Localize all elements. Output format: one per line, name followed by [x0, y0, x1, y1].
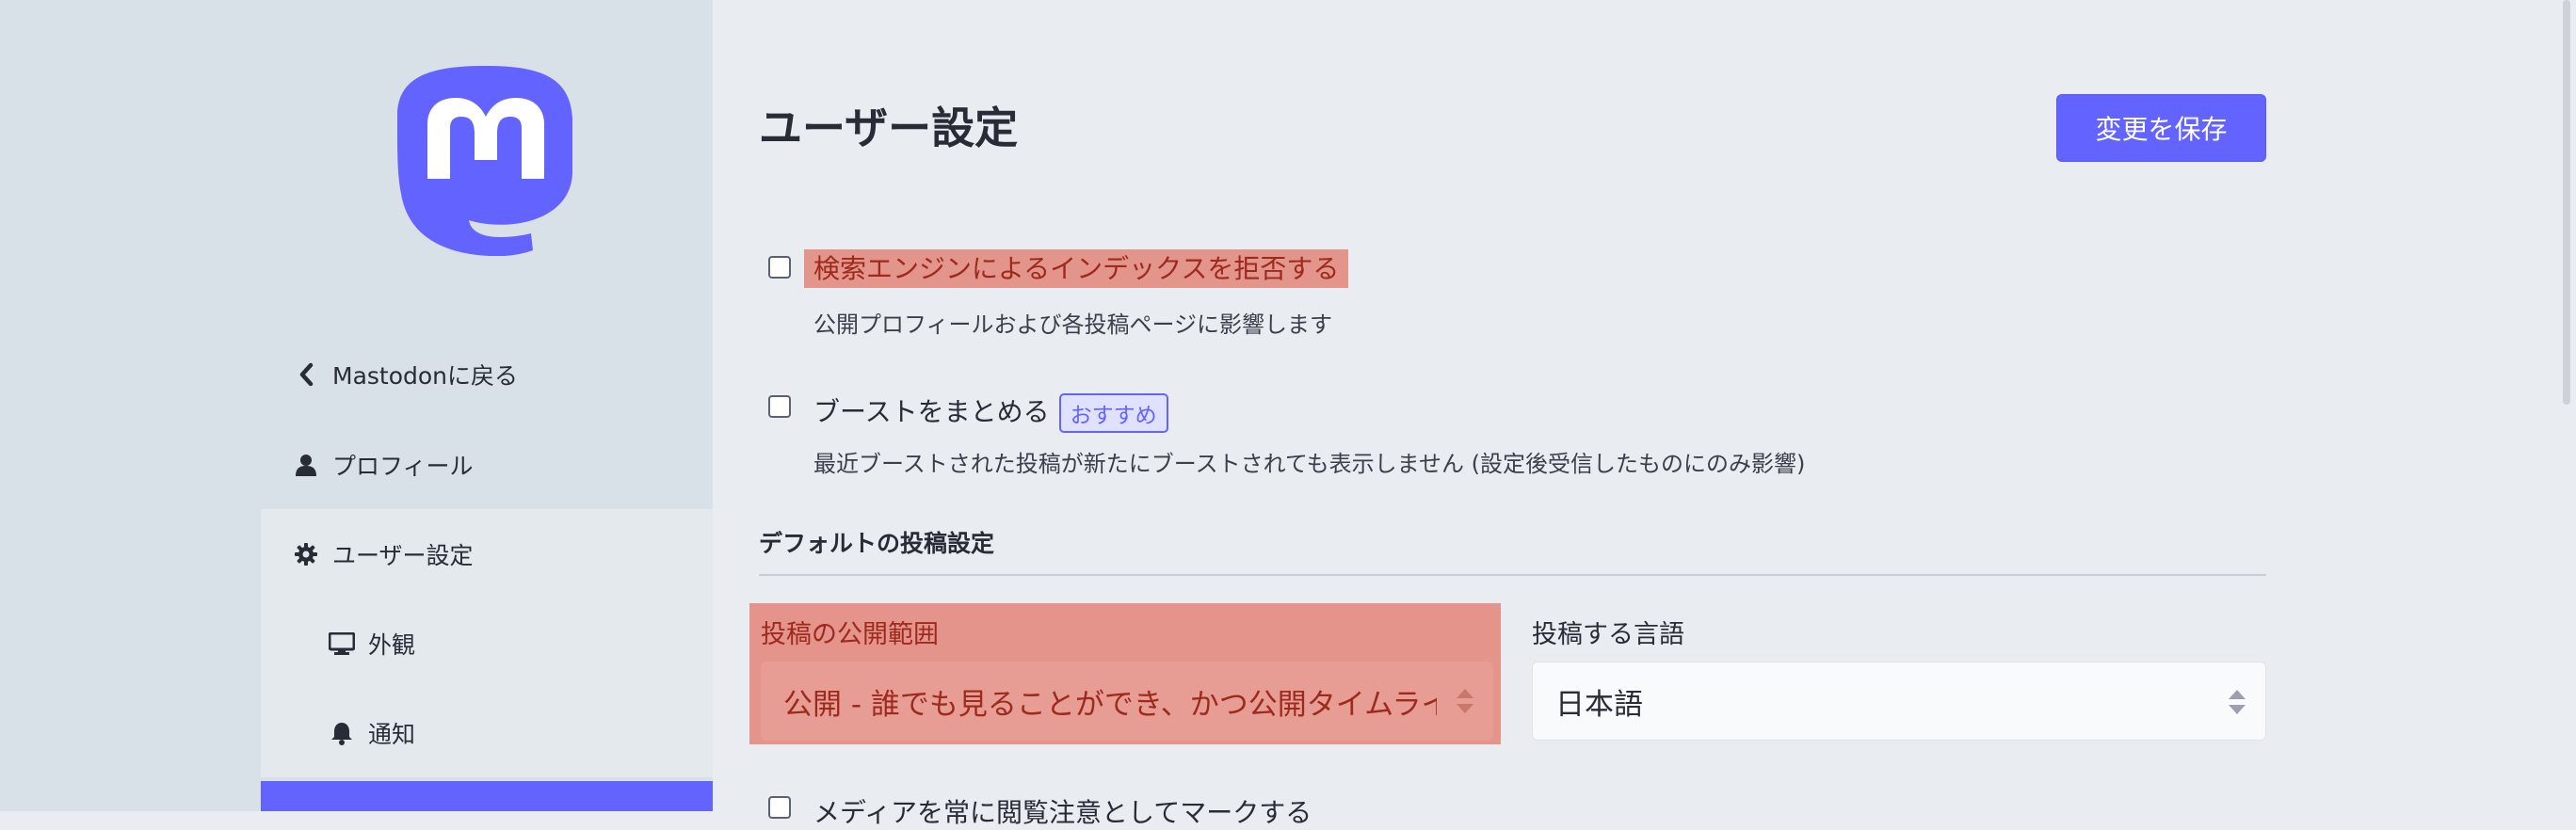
- noindex-label-text: 検索エンジンによるインデックスを拒否する: [804, 249, 1349, 288]
- privacy-select-value: 公開 - 誰でも見ることができ、かつ公開タイムラインにも表示されます: [783, 687, 1437, 722]
- language-label: 投稿する言語: [1532, 620, 1684, 649]
- select-arrows-icon: [2229, 690, 2246, 714]
- sidebar-item-profile[interactable]: プロフィール: [261, 420, 713, 509]
- scrollbar[interactable]: [2563, 0, 2570, 405]
- sidebar-item-label: 外観: [368, 630, 416, 659]
- aggregate-reblogs-hint: 最近ブーストされた投稿が新たにブーストされても表示しません (設定後受信したもの…: [813, 451, 1806, 477]
- sidebar-item-back[interactable]: Mastodonに戻る: [261, 329, 713, 419]
- desktop-icon: [323, 631, 361, 655]
- language-select-value: 日本語: [1555, 687, 1643, 722]
- sidebar-item-active[interactable]: [261, 781, 713, 811]
- sidebar-item-preferences[interactable]: ユーザー設定: [261, 509, 713, 599]
- mastodon-logo[interactable]: [395, 62, 576, 256]
- select-arrows-icon: [1457, 689, 1473, 713]
- sidebar-item-label: ユーザー設定: [332, 541, 474, 569]
- noindex-label[interactable]: 検索エンジンによるインデックスを拒否する: [804, 248, 1349, 288]
- bell-icon: [323, 721, 361, 745]
- save-button[interactable]: 変更を保存: [2056, 94, 2266, 162]
- gear-icon: [287, 542, 325, 566]
- sidebar-item-label: Mastodonに戻る: [332, 361, 519, 390]
- sensitive-media-checkbox[interactable]: [768, 796, 791, 819]
- aggregate-reblogs-label[interactable]: ブーストをまとめる おすすめ: [813, 391, 1168, 433]
- user-icon: [287, 454, 325, 476]
- noindex-checkbox[interactable]: [768, 256, 791, 279]
- sidebar-item-appearance[interactable]: 外観: [261, 599, 713, 688]
- noindex-hint: 公開プロフィールおよび各投稿ページに影響します: [813, 311, 1333, 338]
- sensitive-media-label[interactable]: メディアを常に閲覧注意としてマークする: [813, 792, 1312, 830]
- sidebar-item-label: 通知: [368, 720, 416, 748]
- section-divider: [759, 574, 2266, 576]
- language-select[interactable]: 日本語: [1532, 662, 2266, 741]
- aggregate-reblogs-label-text: ブーストをまとめる: [813, 396, 1050, 427]
- section-title: デフォルトの投稿設定: [759, 530, 995, 557]
- page-title: ユーザー設定: [759, 103, 1019, 153]
- recommended-badge: おすすめ: [1058, 393, 1168, 433]
- chevron-left-icon: [287, 362, 325, 387]
- aggregate-reblogs-checkbox[interactable]: [768, 395, 791, 418]
- privacy-label: 投稿の公開範囲: [761, 620, 939, 649]
- sidebar-item-notifications[interactable]: 通知: [261, 688, 713, 777]
- privacy-select[interactable]: 公開 - 誰でも見ることができ、かつ公開タイムラインにも表示されます: [761, 662, 1493, 741]
- sidebar-item-label: プロフィール: [332, 452, 474, 480]
